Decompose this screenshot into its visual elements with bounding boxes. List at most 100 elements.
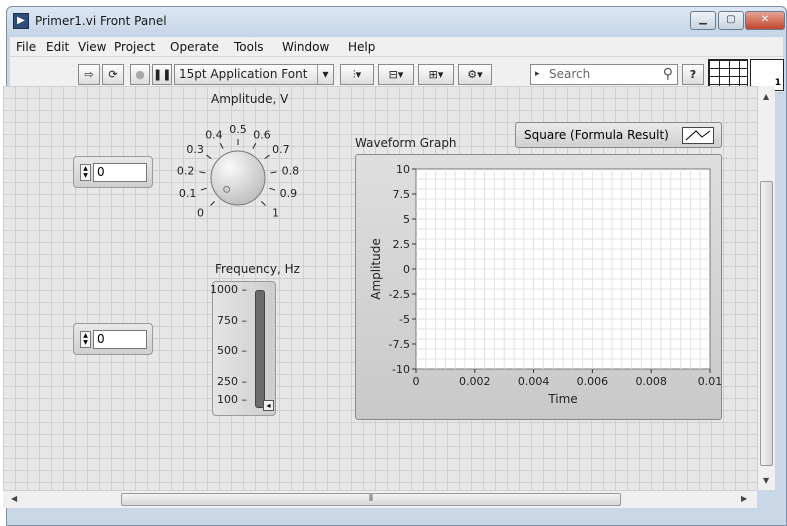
font-dropdown-label: 15pt Application Font <box>179 67 308 81</box>
scroll-left-icon[interactable]: ◀ <box>11 494 17 503</box>
knob-tick-label: 0.2 <box>177 164 195 177</box>
menu-project[interactable]: Project <box>114 40 155 54</box>
graph-plot-svg: 107.552.50-2.5-5-7.5-100 0.002 0.004 0.006 0… <box>369 163 721 406</box>
slider-tick-label: 100 – <box>217 393 247 406</box>
horizontal-scrollbar[interactable]: ◀ ⦀ ▶ <box>3 490 757 508</box>
y-tick-label: -10 <box>392 363 410 376</box>
knob-tick-label: 1 <box>272 207 279 220</box>
waveform-graph[interactable]: 10 7.5 5 2.5 0 -2.5 -5 -7.5 -10 0 0.002 0.004 0.006 0… <box>355 154 722 420</box>
knob-tick-label: 0.3 <box>186 143 204 156</box>
slider-track[interactable] <box>255 290 265 408</box>
resize-objects-icon[interactable]: ⊞▾ <box>418 64 454 85</box>
close-button[interactable]: ✕ <box>745 11 785 30</box>
scroll-down-icon[interactable]: ▼ <box>763 476 769 485</box>
menu-view[interactable]: View <box>78 40 106 54</box>
legend-series-label: Square (Formula Result) <box>524 128 669 142</box>
distribute-objects-icon[interactable]: ⊟▾ <box>378 64 414 85</box>
abort-icon[interactable]: ● <box>130 64 150 85</box>
graph-title: Waveform Graph <box>355 136 457 150</box>
y-tick-label: -5 <box>399 313 410 326</box>
x-tick-label: 0.008 <box>635 375 667 388</box>
menu-operate[interactable]: Operate <box>170 40 219 54</box>
x-tick-label: 0.01 <box>698 375 721 388</box>
knob-tick <box>269 187 276 191</box>
labview-app-icon: ▶ <box>13 13 29 29</box>
maximize-button[interactable]: ▢ <box>718 11 744 30</box>
vertical-scroll-thumb[interactable] <box>760 181 773 466</box>
numeric-control-1[interactable]: ▲ ▼ 0 <box>73 156 153 188</box>
knob-tick <box>270 171 277 174</box>
knob-tick-label: 0.7 <box>272 143 290 156</box>
slider-tick-label: 750 – <box>217 313 247 327</box>
title-bar[interactable]: ▶ Primer1.vi Front Panel ▁ ▢ ✕ <box>7 7 786 37</box>
menu-tools[interactable]: Tools <box>234 40 264 54</box>
menu-window[interactable]: Window <box>282 40 329 54</box>
scroll-up-icon[interactable]: ▲ <box>763 92 769 101</box>
context-help-button[interactable]: ? <box>682 64 704 85</box>
x-tick-label: 0.002 <box>459 375 491 388</box>
knob-tick-label: 0.4 <box>205 128 223 141</box>
plot-style-icon[interactable] <box>682 127 714 144</box>
font-dropdown[interactable]: 15pt Application Font ▾ <box>174 64 334 85</box>
vi-icon-badge: 1 <box>774 78 781 88</box>
reorder-icon[interactable]: ⚙▾ <box>458 64 492 85</box>
slider-handle[interactable]: ◂ <box>263 400 274 411</box>
knob-tick <box>206 154 212 160</box>
y-tick-label: 7.5 <box>393 188 411 201</box>
increment-decrement-icon[interactable]: ▲ ▼ <box>80 331 91 348</box>
scroll-right-icon[interactable]: ▶ <box>741 494 747 503</box>
knob-tick-label: 0.1 <box>179 187 197 200</box>
search-input[interactable]: ▸ Search ⚲ <box>530 64 678 85</box>
search-icon: ⚲ <box>662 66 673 82</box>
menu-help[interactable]: Help <box>348 40 375 54</box>
knob-tick <box>199 171 206 174</box>
x-tick-label: 0.006 <box>577 375 609 388</box>
y-tick-label: 0 <box>403 263 410 276</box>
window-title: Primer1.vi Front Panel <box>35 14 167 28</box>
y-tick-label: 10 <box>396 163 410 176</box>
knob-dial[interactable]: 00.1 0.2 0.30.4 0.5 0.60.7 0.8 0.91 <box>163 106 313 236</box>
frequency-slider[interactable]: ◂ 1000 – 750 – 500 – 250 – 100 – <box>210 281 276 416</box>
knob-tick-label: 0.5 <box>229 123 247 136</box>
slider-label: Frequency, Hz <box>215 262 300 276</box>
knob-tick-label: 0.9 <box>280 187 298 200</box>
knob-tick <box>219 143 224 149</box>
knob-tick <box>252 143 257 149</box>
knob-tick-label: 0.8 <box>282 164 300 177</box>
y-tick-label: -7.5 <box>389 338 410 351</box>
numeric-control-2[interactable]: ▲ ▼ 0 <box>73 323 153 355</box>
knob-pointer <box>223 185 231 193</box>
y-tick-label: -2.5 <box>389 288 410 301</box>
chevron-down-icon: ▾ <box>317 65 333 84</box>
search-placeholder: Search <box>549 67 591 81</box>
run-continuously-icon[interactable]: ⟳ <box>102 64 124 85</box>
y-tick-label: 5 <box>403 213 410 226</box>
pause-icon[interactable]: ❚❚ <box>152 64 172 85</box>
front-panel[interactable]: ▲ ▼ 0 ▲ ▼ 0 Amplitude, V 0 0.1 0.2 0.3 0.4 0.5 0… <box>3 86 757 490</box>
knob-tick <box>260 200 266 206</box>
x-tick-label: 0.004 <box>518 375 550 388</box>
knob-tick <box>200 187 207 191</box>
search-arrow-icon: ▸ <box>535 69 540 79</box>
vertical-scrollbar[interactable]: ▲ ▼ <box>757 86 775 490</box>
slider-tick-label: 1000 – <box>210 283 247 296</box>
minimize-button[interactable]: ▁ <box>690 11 716 30</box>
y-tick-label: 2.5 <box>393 238 411 251</box>
align-objects-icon[interactable]: ⫶▾ <box>340 64 374 85</box>
knob-body[interactable] <box>210 150 266 206</box>
horizontal-scroll-thumb[interactable]: ⦀ <box>121 493 621 506</box>
menu-file[interactable]: File <box>16 40 36 54</box>
knob-tick-label: 0 <box>197 207 204 220</box>
numeric-field-1[interactable]: 0 <box>93 163 147 182</box>
increment-decrement-icon[interactable]: ▲ ▼ <box>80 164 91 181</box>
numeric-field-2[interactable]: 0 <box>93 330 147 349</box>
knob-label: Amplitude, V <box>211 92 289 106</box>
menu-edit[interactable]: Edit <box>46 40 69 54</box>
knob-tick <box>210 200 216 206</box>
x-tick-label: 0 <box>413 375 420 388</box>
knob-tick <box>264 154 270 160</box>
x-axis-label: Time <box>547 392 577 406</box>
run-arrow-icon[interactable]: ⇨ <box>78 64 100 85</box>
plot-legend[interactable]: Square (Formula Result) <box>515 122 722 148</box>
y-axis-label: Amplitude <box>369 238 383 300</box>
